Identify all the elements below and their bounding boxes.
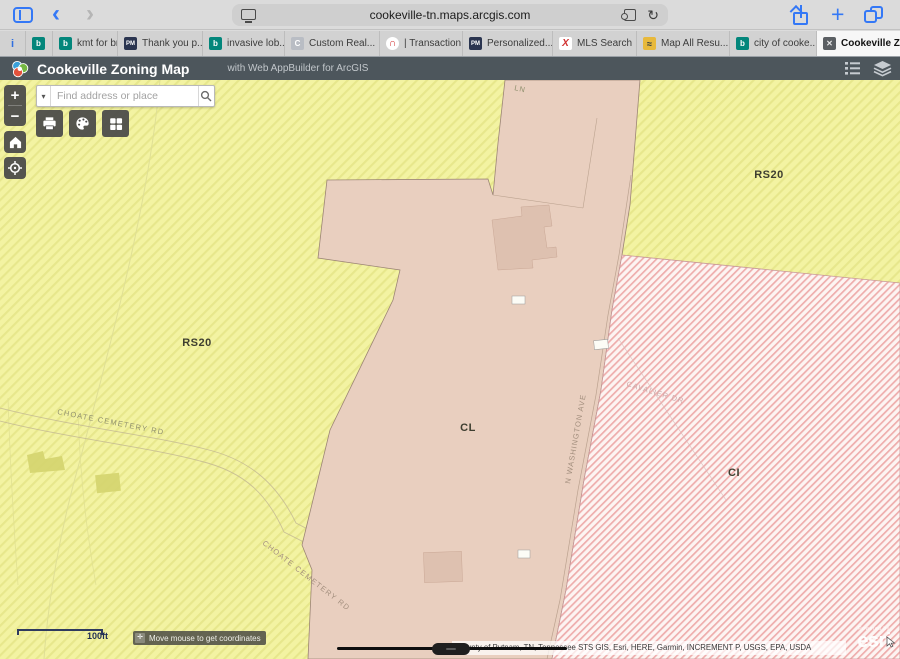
new-tab-button[interactable]: +: [831, 0, 844, 29]
share-icon[interactable]: [793, 5, 810, 25]
address-bar[interactable]: cookeville-tn.maps.arcgis.com ↻: [232, 4, 668, 26]
browser-tab-11[interactable]: b city of cooke...: [730, 31, 817, 56]
bing-favicon: b: [32, 37, 45, 50]
zoom-in-button[interactable]: +: [4, 85, 26, 105]
map-canvas[interactable]: CHOATE CEMETERY RD CHOATE CEMETERY RD N …: [0, 80, 900, 659]
zone-label-ci: CI: [728, 467, 740, 479]
sidebar-toggle-icon[interactable]: [13, 7, 33, 23]
reload-icon[interactable]: ↻: [647, 4, 659, 26]
browser-tab-8[interactable]: PM Personalized...: [463, 31, 553, 56]
tab-label: MLS Search: [577, 38, 632, 49]
bing-favicon: b: [59, 37, 72, 50]
my-location-button[interactable]: [4, 157, 26, 179]
search-input[interactable]: [51, 86, 198, 106]
zoom-control: + −: [4, 85, 26, 126]
basemap-gallery-button[interactable]: [102, 110, 129, 137]
home-icon: [9, 136, 22, 149]
home-extent-button[interactable]: [4, 131, 26, 153]
print-button[interactable]: [36, 110, 63, 137]
grid-icon: [108, 116, 124, 132]
zoning-basemap: CHOATE CEMETERY RD CHOATE CEMETERY RD N …: [0, 80, 900, 659]
back-button[interactable]: ‹: [52, 0, 60, 29]
browser-tab-3[interactable]: b kmt for bre: [53, 31, 118, 56]
browser-tab-7[interactable]: ∩ | Transaction...: [380, 31, 463, 56]
address-label-box: [594, 339, 609, 349]
bing-favicon: b: [736, 37, 749, 50]
zoom-out-button[interactable]: −: [4, 106, 26, 126]
crosshair-icon[interactable]: ✛: [135, 633, 145, 643]
scale-bar-label: 100ft: [87, 631, 108, 641]
tab-label: kmt for bre: [77, 38, 117, 49]
tab-label: city of cooke...: [754, 38, 816, 49]
tab-favicon: X: [559, 37, 572, 50]
tab-favicon: ∩: [386, 37, 399, 50]
tab-favicon: ≈: [643, 37, 656, 50]
zone-label-rs20-left: RS20: [182, 337, 212, 349]
search-source-dropdown[interactable]: ▾: [37, 86, 51, 106]
browser-toolbar: ‹ › cookeville-tn.maps.arcgis.com ↻ +: [0, 0, 900, 30]
page-title: Cookeville Zoning Map: [37, 61, 189, 77]
app-header: Cookeville Zoning Map with Web AppBuilde…: [0, 57, 900, 80]
tab-overview-icon[interactable]: [864, 6, 883, 23]
tab-label: Personalized...: [487, 38, 552, 49]
zone-label-cl: CL: [460, 422, 476, 434]
zone-label-rs20-right: RS20: [754, 169, 784, 181]
tab-label: Custom Real...: [309, 38, 375, 49]
home-indicator[interactable]: [432, 643, 470, 655]
browser-tab-1[interactable]: i: [0, 31, 26, 56]
screen: ‹ › cookeville-tn.maps.arcgis.com ↻ + i …: [0, 0, 900, 659]
tab-label: invasive lob...: [227, 38, 284, 49]
search-widget: ▾: [36, 85, 215, 107]
browser-tab-9[interactable]: X MLS Search: [553, 31, 637, 56]
coordinates-hint: Move mouse to get coordinates: [149, 634, 261, 643]
tab-bar: i b bkmt for bre PMThank you p... binvas…: [0, 31, 900, 57]
coordinates-widget[interactable]: ✛ Move mouse to get coordinates: [133, 631, 266, 645]
legend-button[interactable]: [844, 60, 861, 76]
locate-icon: [8, 161, 22, 175]
tab-favicon: C: [291, 37, 304, 50]
pm-favicon: PM: [469, 37, 482, 50]
url-text: cookeville-tn.maps.arcgis.com: [232, 4, 668, 26]
bing-favicon: b: [209, 37, 222, 50]
tab-label: | Transaction...: [404, 38, 462, 49]
mouse-cursor: [886, 636, 896, 648]
tab-label: Cookeville Z...: [841, 38, 900, 49]
draw-button[interactable]: [69, 110, 96, 137]
browser-tab-active[interactable]: ✕ Cookeville Z...: [817, 31, 900, 56]
extensions-icon[interactable]: [624, 9, 636, 21]
tab-favicon: ✕: [823, 37, 836, 50]
search-icon: [200, 90, 212, 102]
page-subtitle: with Web AppBuilder for ArcGIS: [227, 63, 368, 74]
pm-favicon: PM: [124, 37, 137, 50]
printer-icon: [41, 115, 58, 132]
layers-button[interactable]: [873, 60, 892, 77]
building-footprint: [423, 551, 462, 582]
palette-icon: [74, 115, 91, 132]
address-label-box: [518, 550, 530, 558]
building-footprint: [95, 473, 121, 493]
app-logo-icon: [11, 60, 29, 78]
forward-button[interactable]: ›: [86, 0, 94, 29]
browser-tab-5[interactable]: b invasive lob...: [203, 31, 285, 56]
browser-tab-6[interactable]: C Custom Real...: [285, 31, 380, 56]
tab-label: Thank you p...: [142, 38, 202, 49]
tab-favicon: i: [6, 37, 19, 50]
browser-tab-10[interactable]: ≈ Map All Resu...: [637, 31, 730, 56]
tab-label: Map All Resu...: [661, 38, 728, 49]
browser-tab-2[interactable]: b: [26, 31, 53, 56]
address-label-box: [512, 296, 525, 304]
browser-tab-4[interactable]: PM Thank you p...: [118, 31, 203, 56]
search-button[interactable]: [198, 86, 214, 106]
